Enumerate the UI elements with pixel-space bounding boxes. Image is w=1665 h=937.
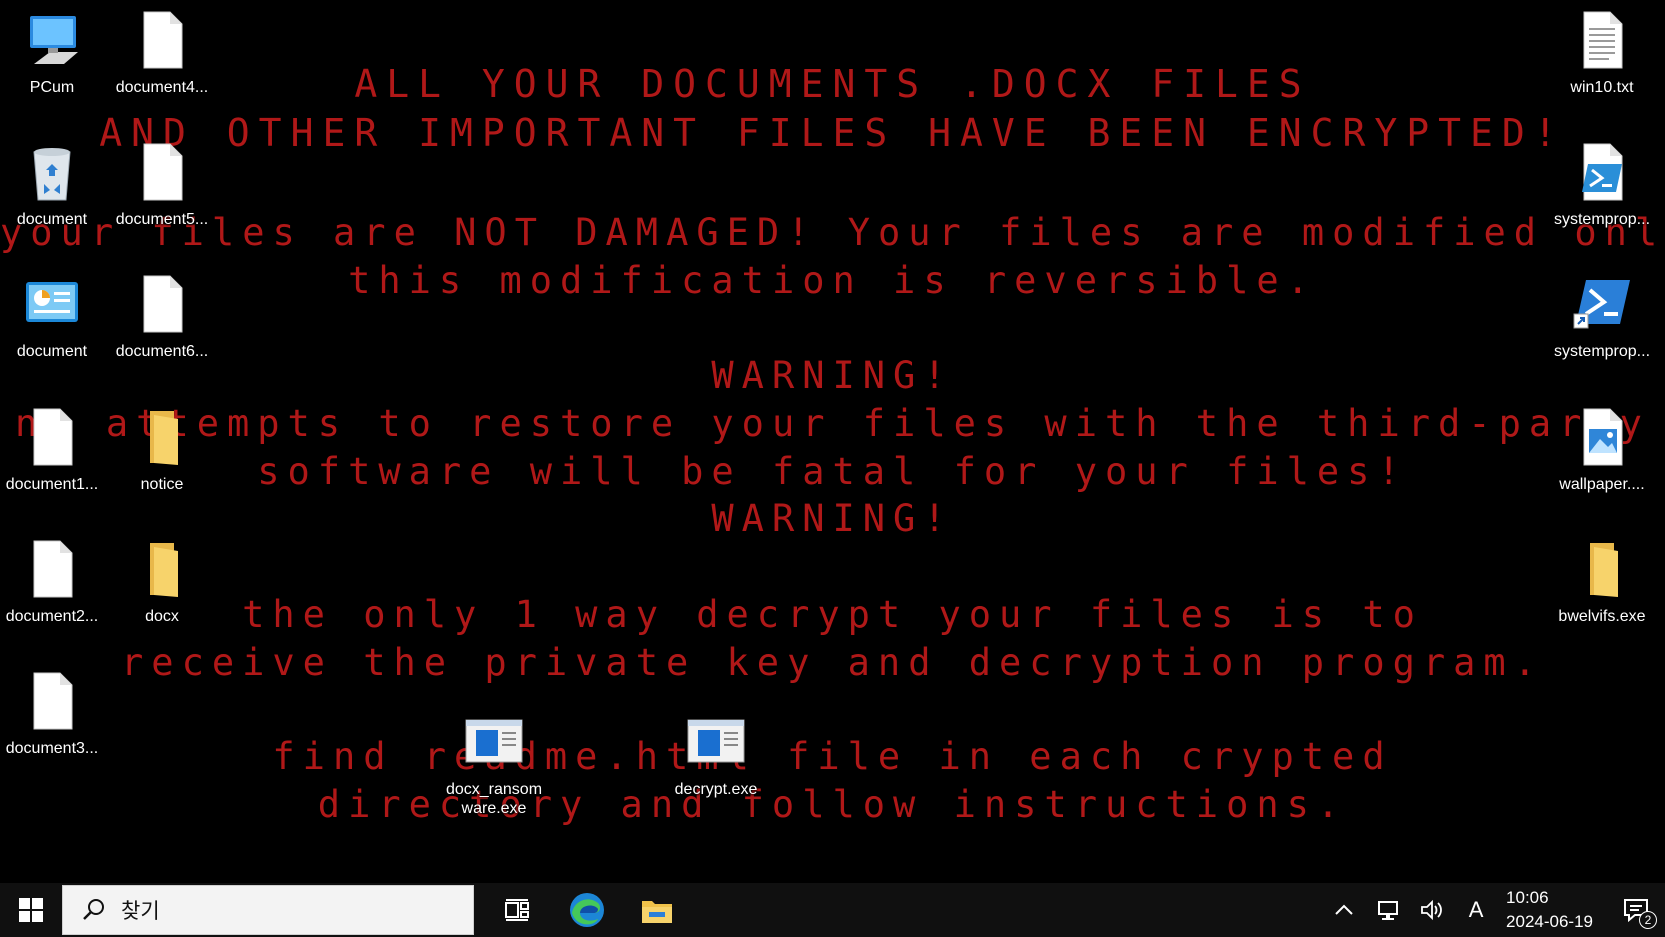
desktop-icon-label: systemprop... — [1553, 343, 1651, 360]
desktop-icon-document6[interactable]: document6... — [110, 272, 214, 382]
windows-logo-icon — [19, 898, 43, 922]
desktop-icon-pcum[interactable]: PCum — [0, 8, 104, 118]
exe-app-icon — [462, 710, 526, 774]
desktop-icon-label: decrypt.exe — [674, 781, 758, 798]
desktop-icon-document4[interactable]: document4... — [110, 8, 214, 118]
desktop-icon-docx-ransomware-exe[interactable]: docx_ransom ware.exe — [442, 710, 546, 820]
folder-icon — [130, 537, 194, 601]
desktop-icon-systemprop-script[interactable]: systemprop... — [1550, 140, 1654, 250]
exe-app-icon — [684, 710, 748, 774]
powershell-script-icon — [1570, 140, 1634, 204]
notification-center-button[interactable]: 2 — [1607, 883, 1665, 937]
clock-time: 10:06 — [1506, 888, 1549, 907]
desktop-icon-label: notice — [140, 476, 184, 493]
desktop-icon-document-controlpanel[interactable]: document — [0, 272, 104, 382]
desktop-icon-document-recycle[interactable]: document — [0, 140, 104, 250]
desktop-icon-decrypt-exe[interactable]: decrypt.exe — [664, 710, 768, 820]
task-view-button[interactable] — [482, 883, 552, 937]
desktop-icon-document2[interactable]: document2... — [0, 537, 104, 647]
desktop-icon-label: systemprop... — [1553, 211, 1651, 228]
input-method-indicator[interactable]: A — [1454, 883, 1498, 937]
desktop-icon-label: document2... — [5, 608, 99, 625]
file-icon — [20, 669, 84, 733]
volume-button[interactable] — [1410, 883, 1454, 937]
note-line-12: directory and follow instructions. — [317, 783, 1348, 826]
note-line-9: the only 1 way decrypt your files is to — [242, 593, 1423, 636]
note-line-7: software will be fatal for your files! — [257, 450, 1408, 493]
file-icon — [130, 272, 194, 336]
desktop-icon-label: document6... — [115, 343, 209, 360]
desktop-icon-label: document5... — [115, 211, 209, 228]
desktop-icon-win10-txt[interactable]: win10.txt — [1550, 8, 1654, 118]
start-button[interactable] — [0, 883, 62, 937]
desktop-icon-document1[interactable]: document1... — [0, 405, 104, 515]
desktop-icon-label-line2: ware.exe — [461, 800, 527, 817]
desktop-icon-document3[interactable]: document3... — [0, 669, 104, 779]
folder-icon — [1570, 537, 1634, 601]
note-line-1: ALL YOUR DOCUMENTS .DOCX FILES — [354, 62, 1311, 106]
powershell-shortcut-icon — [1570, 272, 1634, 336]
recycle-bin-icon — [20, 140, 84, 204]
note-line-6: ny attempts to restore your files with t… — [15, 402, 1650, 445]
image-file-icon — [1570, 405, 1634, 469]
text-file-icon — [1570, 8, 1634, 72]
desktop-icon-label: PCum — [29, 79, 75, 96]
file-explorer-icon — [642, 901, 672, 923]
desktop-icon-label: win10.txt — [1570, 79, 1634, 96]
note-line-5: WARNING! — [711, 354, 954, 397]
note-line-10: receive the private key and decryption p… — [121, 641, 1544, 684]
desktop-icon-label: docx_ransom ware.exe — [439, 780, 549, 818]
notification-count-badge: 2 — [1639, 911, 1657, 929]
note-line-8: WARNING! — [711, 497, 954, 540]
taskbar-search-box[interactable]: 찾기 — [62, 885, 474, 935]
ransom-note-wallpaper: ALL YOUR DOCUMENTS .DOCX FILES AND OTHER… — [0, 0, 1665, 883]
speaker-icon — [1421, 899, 1442, 921]
note-line-11: find readme.html file in each crypted — [272, 735, 1393, 778]
edge-browser-button[interactable] — [552, 883, 622, 937]
task-view-icon — [505, 899, 529, 921]
desktop-icon-label: document1... — [5, 476, 99, 493]
file-icon — [20, 405, 84, 469]
clock[interactable]: 10:06 2024-06-19 — [1498, 886, 1607, 934]
taskbar: 찾기 A 10:06 2024-06-19 2 — [0, 883, 1665, 937]
desktop-icon-docx[interactable]: docx — [110, 537, 214, 647]
file-icon — [130, 8, 194, 72]
search-placeholder: 찾기 — [121, 900, 160, 923]
desktop-icon-document5[interactable]: document5... — [110, 140, 214, 250]
note-line-2: AND OTHER IMPORTANT FILES HAVE BEEN ENCR… — [99, 111, 1566, 155]
computer-icon — [20, 8, 84, 72]
file-explorer-button[interactable] — [622, 883, 692, 937]
desktop-icon-notice[interactable]: notice — [110, 405, 214, 515]
desktop-icon-label: docx — [145, 608, 179, 625]
note-line-4: this modification is reversible. — [348, 259, 1317, 302]
control-panel-icon — [20, 272, 84, 336]
desktop-icon-label: document4... — [115, 79, 209, 96]
desktop-icon-label: document — [16, 211, 88, 228]
desktop-icon-label: document — [16, 343, 88, 360]
clock-date: 2024-06-19 — [1506, 912, 1593, 931]
desktop-icon-label: document3... — [5, 740, 99, 757]
network-icon — [1378, 901, 1399, 920]
desktop-icon-bwelvifs[interactable]: bwelvifs.exe — [1550, 537, 1654, 647]
desktop-icon-systemprop-shortcut[interactable]: systemprop... — [1550, 272, 1654, 382]
network-button[interactable] — [1366, 883, 1410, 937]
system-tray: A 10:06 2024-06-19 2 — [1322, 883, 1665, 937]
desktop-icon-label-line1: docx_ransom — [445, 781, 543, 798]
file-icon — [130, 140, 194, 204]
search-icon — [83, 899, 104, 920]
edge-icon — [570, 893, 604, 927]
desktop-icon-label: bwelvifs.exe — [1558, 608, 1646, 625]
desktop-icon-wallpaper[interactable]: wallpaper.... — [1550, 405, 1654, 515]
file-icon — [20, 537, 84, 601]
chevron-up-icon — [1335, 904, 1353, 915]
note-line-3: your files are NOT DAMAGED! Your files a… — [0, 211, 1665, 254]
show-hidden-icons-button[interactable] — [1322, 883, 1366, 937]
folder-icon — [130, 405, 194, 469]
desktop-icon-label: wallpaper.... — [1559, 476, 1645, 493]
